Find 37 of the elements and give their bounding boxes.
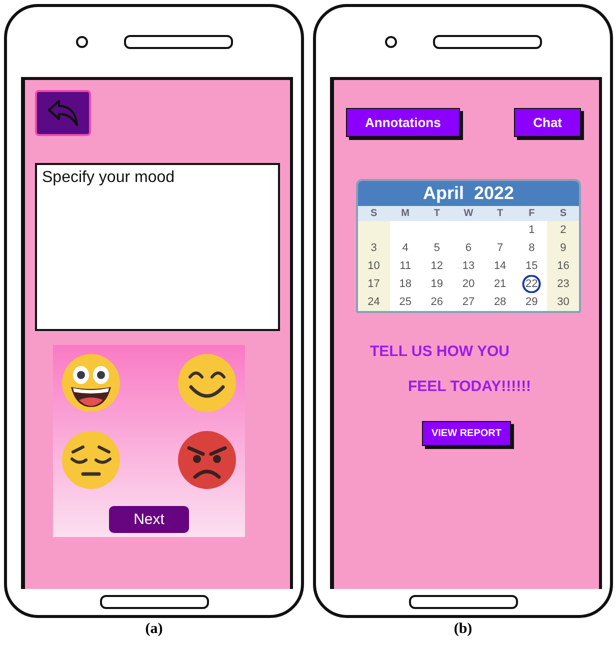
pensive-face-icon[interactable] [61,430,121,490]
annotations-button[interactable]: Annotations [346,108,460,137]
weekday-label: S [558,207,568,221]
weekend-cell [358,221,390,239]
camera-dot [384,36,396,48]
calendar-day[interactable]: 30 [547,293,579,311]
calendar-day[interactable]: 2 [547,221,579,239]
home-button[interactable] [100,595,208,609]
weekday-label: W [462,207,474,221]
message-text: FEEL TODAY!!!!!! [407,378,532,395]
weekday-label: M [400,207,411,221]
calendar-day[interactable]: 10 [358,257,390,275]
chat-button[interactable]: Chat [514,108,581,137]
calendar-day[interactable]: 24 [358,293,390,311]
calendar-day[interactable]: 3 [358,239,390,257]
message-text: TELL US HOW YOU [370,343,510,360]
next-button[interactable]: Next [109,506,189,533]
weekday-label: T [496,207,504,221]
weekday-label: T [432,207,441,221]
mood-text-field[interactable]: Specify your mood [35,163,280,331]
home-button[interactable] [408,595,518,609]
figure-caption: (b) [454,621,472,638]
back-arrow-icon [45,98,81,128]
weekday-label: F [528,207,536,221]
camera-dot [76,36,88,48]
angry-face-icon[interactable] [177,430,237,490]
calendar-title: April 2022 [358,181,579,206]
figure-caption: (a) [145,621,163,638]
calendar-day[interactable]: 16 [547,257,579,275]
grinning-face-icon[interactable] [61,353,121,413]
back-button[interactable] [35,90,91,136]
placeholder-text: Specify your mood [42,169,175,186]
calendar-day[interactable]: 9 [547,239,579,257]
weekday-label: S [369,207,378,221]
smiling-face-icon[interactable] [177,353,237,413]
calendar-day[interactable]: 23 [547,275,579,293]
calendar-day[interactable]: 17 [358,275,390,293]
